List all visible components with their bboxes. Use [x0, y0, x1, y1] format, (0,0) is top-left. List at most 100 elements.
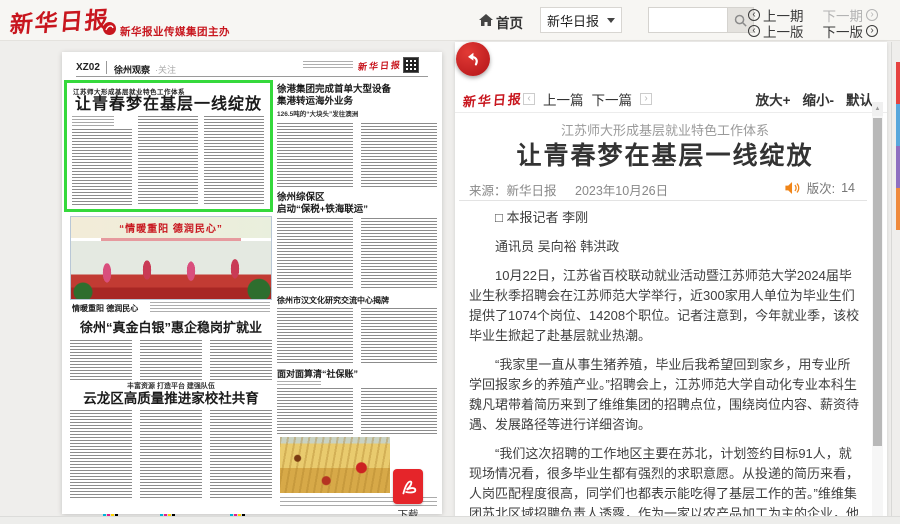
pdf-download-button[interactable]: [393, 469, 423, 504]
app-window: 新华日报 新华报业传媒集团主办 首页 新华日报 ‹ 上一期: [0, 0, 900, 524]
headline-line: 启动“保税+铁海联运”: [277, 204, 368, 215]
zoom-controls: 放大+ 缩小- 默认: [756, 89, 873, 109]
panel-logo: 新华日报: [462, 88, 524, 110]
paper-select[interactable]: 新华日报: [540, 7, 622, 33]
page-code: XZ02: [76, 62, 100, 73]
home-link[interactable]: 首页: [496, 12, 523, 32]
fake-text-column: [210, 410, 272, 500]
circle-right-icon: ›: [866, 9, 878, 21]
back-button[interactable]: [456, 42, 490, 76]
divider: [459, 200, 867, 201]
article-scrollbar[interactable]: ▲: [872, 102, 883, 518]
byline: 通讯员 吴向裕 韩洪政: [469, 237, 861, 257]
paper-select-value: 新华日报: [547, 11, 599, 30]
fake-text-column: [70, 340, 132, 380]
section-subtitle: ·关注: [155, 63, 176, 76]
zoom-in-button[interactable]: 放大+: [756, 89, 791, 109]
fake-text-column: [70, 410, 132, 500]
fake-text-column: [138, 116, 198, 205]
edition-value: 14: [841, 181, 855, 195]
highlighted-lead-article[interactable]: 江苏师大形成基层就业特色工作体系 让青春梦在基层一线绽放: [64, 80, 273, 212]
next-article-button[interactable]: 下一篇: [592, 89, 633, 109]
article-date: 2023年10月26日: [575, 180, 668, 199]
article-headline[interactable]: 徐州综保区 启动“保税+铁海联运”: [277, 192, 437, 216]
fake-text-column: [277, 218, 353, 290]
circle-left-icon: ‹: [748, 25, 760, 37]
fake-text-column: [277, 123, 353, 187]
zoom-out-button[interactable]: 缩小-: [803, 89, 835, 109]
article-source: 来源：新华日报: [469, 180, 557, 199]
article-body: □ 本报记者 李刚 通讯员 吴向裕 韩洪政 10月22日，江苏省百校联动就业活动…: [469, 208, 861, 524]
share-more-button[interactable]: [896, 188, 900, 230]
back-arrow-icon: [463, 49, 483, 69]
share-qzone-button[interactable]: [896, 146, 900, 188]
prev-page-label: 上一版: [763, 21, 804, 41]
scrollbar-thumb[interactable]: [873, 118, 882, 446]
top-bar: 新华日报 新华报业传媒集团主办 首页 新华日报 ‹ 上一期: [0, 0, 900, 41]
scroll-up-icon[interactable]: ▲: [872, 102, 883, 116]
fake-text-column: [277, 308, 353, 364]
speaker-icon[interactable]: [784, 181, 801, 195]
next-page-label: 下一版: [823, 21, 864, 41]
zoom-reset-button[interactable]: 默认: [846, 89, 873, 109]
article-title: 让青春梦在基层一线绽放: [469, 136, 861, 172]
photo-dancers: “情暖重阳 德润民心”: [70, 216, 272, 300]
chevron-down-icon: [607, 18, 615, 23]
article-subhead: 126.5吨的“大块头”发往澳洲: [277, 111, 358, 119]
square-right-icon[interactable]: ›: [640, 93, 652, 105]
article-headline[interactable]: 面对面算清“社保账”: [277, 369, 437, 380]
fake-text-column: [72, 116, 114, 126]
pdf-icon: [397, 476, 419, 498]
headline-line: 徐港集团完成首单大型设备: [277, 84, 391, 95]
divider: [891, 42, 892, 518]
horizontal-scrollbar[interactable]: [0, 516, 900, 524]
circle-right-icon: ›: [866, 25, 878, 37]
fake-text-column: [361, 308, 437, 364]
circle-left-icon: ‹: [748, 9, 760, 21]
article-headline[interactable]: 徐州市汉文化研究交流中心揭牌: [277, 296, 437, 306]
photo-area: [71, 241, 271, 299]
fake-text-column: [277, 381, 321, 385]
article-panel: 新华日报 ‹ 上一篇 下一篇 › 放大+ 缩小- 默认 江苏师大形成基层就业特色…: [455, 42, 887, 524]
fake-text-column: [361, 218, 437, 290]
paragraph: “我家里一直从事生猪养殖，毕业后我希望回到家乡，用专业所学回报家乡的养殖产业。”…: [469, 355, 861, 435]
article-nav: ‹ 上一篇 下一篇 ›: [523, 89, 652, 109]
photo-banner-text: “情暖重阳 德润民心”: [119, 220, 223, 235]
fake-text-column: [140, 410, 202, 500]
article-headline[interactable]: 云龙区高质量推进家校社共育: [70, 391, 272, 408]
fake-text-column: [361, 123, 437, 187]
divider: [106, 61, 107, 74]
fake-text-column: [303, 61, 353, 70]
home-icon: [478, 13, 494, 27]
share-wechat-button[interactable]: [896, 62, 900, 104]
qr-code: [403, 57, 419, 73]
paper-masthead-mini: 新华日报: [357, 58, 402, 73]
fake-text-column: [72, 129, 132, 205]
next-page-button[interactable]: 下一版 ›: [823, 21, 879, 41]
fake-text-column: [150, 302, 270, 314]
article-headline[interactable]: 徐港集团完成首单大型设备 集港转运海外业务: [277, 84, 437, 108]
fake-text-column: [277, 388, 353, 434]
page-nav-row: ‹ 上一版 下一版 ›: [748, 21, 878, 41]
article-headline[interactable]: 徐州“真金白银”惠企稳岗扩就业: [70, 320, 272, 336]
sponsor-emblem-icon: [103, 22, 116, 35]
divider: [76, 76, 428, 77]
fake-text-column: [204, 116, 264, 205]
prev-page-button[interactable]: ‹ 上一版: [748, 21, 804, 41]
lead-headline: 让青春梦在基层一线绽放: [67, 95, 270, 115]
prev-article-button[interactable]: 上一篇: [543, 89, 584, 109]
edition-label: 版次:: [807, 178, 835, 197]
sponsor-text: 新华报业传媒集团主办: [120, 24, 230, 39]
section-title: 徐州观察: [114, 63, 150, 76]
divider: [455, 112, 887, 113]
byline: □ 本报记者 李刚: [469, 208, 861, 228]
square-left-icon[interactable]: ‹: [523, 93, 535, 105]
search-icon: [733, 13, 748, 28]
site-logo[interactable]: 新华日报: [9, 0, 112, 39]
search-input[interactable]: [648, 7, 728, 33]
share-weibo-button[interactable]: [896, 104, 900, 146]
edition-group: 版次: 14: [784, 178, 855, 197]
fake-text-column: [210, 340, 272, 380]
fake-text-column: [361, 388, 437, 434]
newspaper-page-preview[interactable]: XZ02 徐州观察 ·关注 新华日报 江苏师大形成基层就业特色工作体系 让青春梦…: [62, 52, 442, 514]
